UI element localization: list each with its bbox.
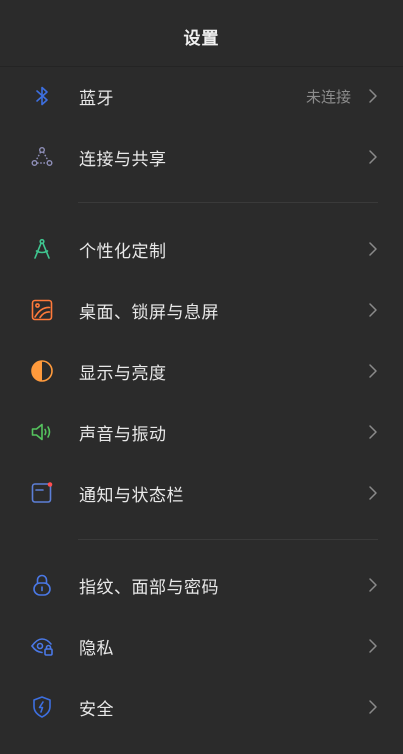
share-icon bbox=[30, 145, 54, 169]
bluetooth-icon bbox=[30, 84, 54, 108]
chevron-right-icon bbox=[367, 424, 379, 440]
chevron-right-icon bbox=[367, 241, 379, 257]
title-bar: 设置 bbox=[0, 0, 403, 67]
chevron-right-icon bbox=[367, 699, 379, 715]
eye-lock-icon bbox=[30, 634, 54, 658]
settings-item-label: 桌面、锁屏与息屏 bbox=[79, 302, 219, 323]
settings-item-desktop-lockscreen[interactable]: 桌面、锁屏与息屏 bbox=[0, 280, 403, 340]
settings-item-sound-vibration[interactable]: 声音与振动 bbox=[0, 402, 403, 462]
chevron-right-icon bbox=[367, 302, 379, 318]
settings-item-label: 蓝牙 bbox=[79, 88, 114, 109]
settings-item-fingerprint-face-password[interactable]: 指纹、面部与密码 bbox=[0, 555, 403, 615]
settings-item-display-brightness[interactable]: 显示与亮度 bbox=[0, 341, 403, 401]
settings-item-bluetooth[interactable]: 蓝牙 未连接 bbox=[0, 66, 403, 126]
settings-item-privacy[interactable]: 隐私 bbox=[0, 616, 403, 676]
notification-icon bbox=[30, 481, 54, 505]
lock-icon bbox=[30, 573, 54, 597]
settings-item-label: 显示与亮度 bbox=[79, 363, 167, 384]
section-divider bbox=[78, 202, 378, 203]
compass-icon bbox=[30, 237, 54, 261]
settings-item-label: 通知与状态栏 bbox=[79, 485, 184, 506]
speaker-icon bbox=[30, 420, 54, 444]
shield-icon bbox=[30, 695, 54, 719]
settings-item-label: 个性化定制 bbox=[79, 241, 167, 262]
bluetooth-status: 未连接 bbox=[305, 87, 351, 106]
chevron-right-icon bbox=[367, 485, 379, 501]
chevron-right-icon bbox=[367, 88, 379, 104]
chevron-right-icon bbox=[367, 577, 379, 593]
settings-item-connection-share[interactable]: 连接与共享 bbox=[0, 127, 403, 187]
settings-item-personalization[interactable]: 个性化定制 bbox=[0, 219, 403, 279]
chevron-right-icon bbox=[367, 149, 379, 165]
wallpaper-icon bbox=[30, 298, 54, 322]
chevron-right-icon bbox=[367, 363, 379, 379]
settings-item-label: 隐私 bbox=[79, 638, 114, 659]
settings-item-security[interactable]: 安全 bbox=[0, 677, 403, 737]
page-title: 设置 bbox=[183, 28, 220, 49]
settings-item-label: 连接与共享 bbox=[79, 149, 167, 170]
settings-item-label: 声音与振动 bbox=[79, 424, 167, 445]
settings-item-notifications-statusbar[interactable]: 通知与状态栏 bbox=[0, 463, 403, 523]
settings-item-label: 安全 bbox=[79, 699, 114, 720]
chevron-right-icon bbox=[367, 638, 379, 654]
section-divider bbox=[78, 539, 378, 540]
contrast-icon bbox=[30, 359, 54, 383]
settings-item-label: 指纹、面部与密码 bbox=[79, 577, 219, 598]
